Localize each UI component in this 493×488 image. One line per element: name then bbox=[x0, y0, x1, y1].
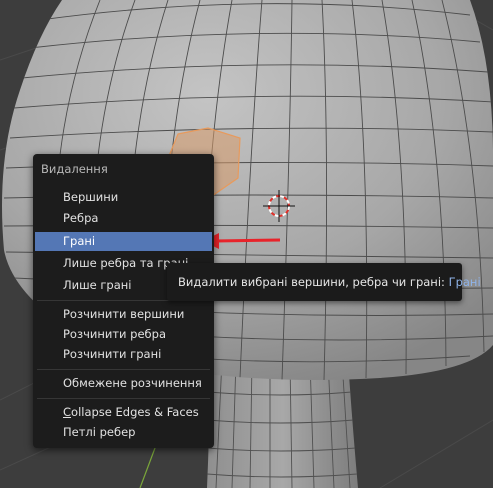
menu-item-label-rest: ollapse Edges & Faces bbox=[71, 405, 199, 419]
tooltip-value: Грані bbox=[448, 275, 481, 289]
menu-item-collapse-edges-faces[interactable]: Collapse Edges & Faces bbox=[33, 403, 214, 422]
menu-item-dissolve-faces[interactable]: Розчинити грані bbox=[33, 345, 214, 364]
menu-item-limited-dissolve[interactable]: Обмежене розчинення bbox=[33, 374, 214, 393]
delete-menu: Видалення Вершини Ребра Грані Лише ребра… bbox=[33, 154, 214, 448]
menu-item-faces[interactable]: Грані bbox=[35, 232, 212, 251]
menu-item-hotkey-letter: C bbox=[63, 405, 72, 419]
menu-separator bbox=[37, 369, 210, 370]
menu-item-vertices[interactable]: Вершини bbox=[33, 188, 214, 207]
menu-item-edges[interactable]: Ребра bbox=[33, 209, 214, 228]
menu-title: Видалення bbox=[41, 162, 108, 176]
menu-item-dissolve-edges[interactable]: Розчинити ребра bbox=[33, 325, 214, 344]
tooltip-text: Видалити вибрані вершини, ребра чи грані… bbox=[178, 275, 445, 289]
menu-item-edge-loops[interactable]: Петлі ребер bbox=[33, 423, 214, 442]
tooltip: Видалити вибрані вершини, ребра чи грані… bbox=[167, 263, 481, 301]
menu-item-dissolve-vertices[interactable]: Розчинити вершини bbox=[33, 305, 214, 324]
menu-separator bbox=[37, 398, 210, 399]
